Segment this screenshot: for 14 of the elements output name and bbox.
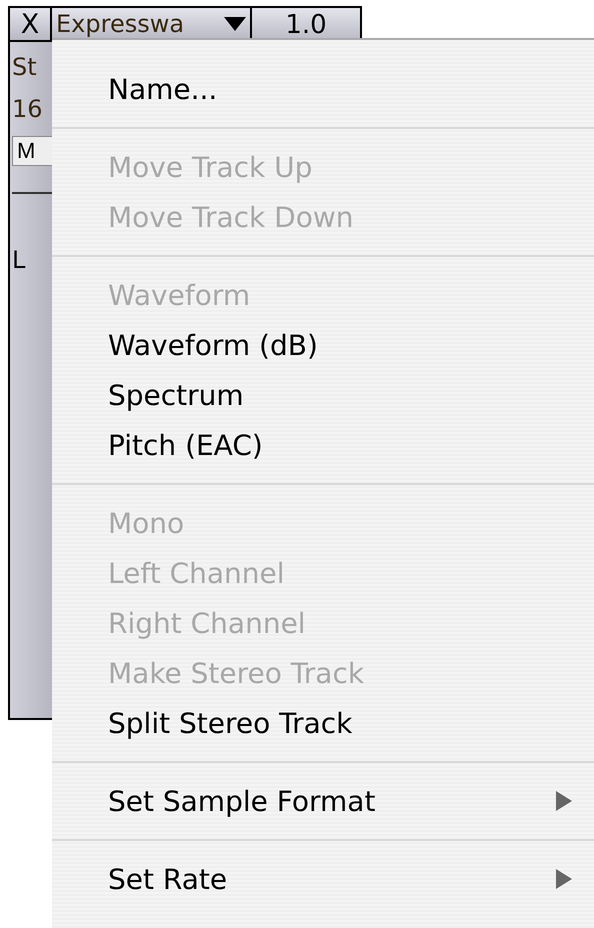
menu-item[interactable]: Name... [52, 64, 594, 114]
close-button[interactable]: X [8, 6, 52, 42]
menu-item[interactable]: Set Rate [52, 854, 594, 904]
menu-item[interactable]: Pitch (EAC) [52, 420, 594, 470]
menu-item[interactable]: Split Stereo Track [52, 698, 594, 748]
menu-item[interactable]: Set Sample Format [52, 776, 594, 826]
track-info-text: 16 [12, 94, 44, 124]
menu-item[interactable]: Waveform (dB) [52, 320, 594, 370]
caret-icon [224, 17, 246, 31]
menu-item[interactable]: Spectrum [52, 370, 594, 420]
track-info-text: St [12, 52, 38, 82]
submenu-arrow-icon [556, 869, 572, 889]
pan-label: L [12, 246, 26, 274]
submenu-arrow-icon [556, 791, 572, 811]
